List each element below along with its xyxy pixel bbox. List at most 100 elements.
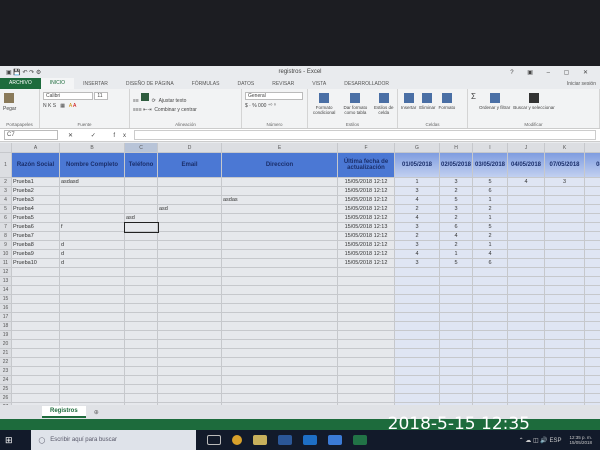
- cell-A6[interactable]: Prueba5: [12, 214, 60, 223]
- tab-archivo[interactable]: ARCHIVO: [0, 78, 41, 89]
- cell-D17[interactable]: [158, 313, 222, 322]
- cell-D15[interactable]: [158, 295, 222, 304]
- cell-L22[interactable]: [585, 358, 600, 367]
- cell-G11[interactable]: 3: [395, 259, 440, 268]
- cell-E26[interactable]: [222, 394, 338, 403]
- column-header-L[interactable]: L: [585, 143, 600, 153]
- cell-H15[interactable]: [440, 295, 473, 304]
- cell-I19[interactable]: [473, 331, 508, 340]
- cell-C19[interactable]: [125, 331, 158, 340]
- cell-J3[interactable]: [508, 187, 545, 196]
- cell-K15[interactable]: [545, 295, 585, 304]
- cell-B3[interactable]: [60, 187, 125, 196]
- cell-H14[interactable]: [440, 286, 473, 295]
- cell-G8[interactable]: 2: [395, 232, 440, 241]
- cell-B16[interactable]: [60, 304, 125, 313]
- cell-B17[interactable]: [60, 313, 125, 322]
- column-header-K[interactable]: K: [545, 143, 585, 153]
- cell-C3[interactable]: [125, 187, 158, 196]
- cell-H5[interactable]: 3: [440, 205, 473, 214]
- cell-A25[interactable]: [12, 385, 60, 394]
- cell-L18[interactable]: [585, 322, 600, 331]
- cell-H24[interactable]: [440, 376, 473, 385]
- column-header-I[interactable]: I: [473, 143, 508, 153]
- sign-in-link[interactable]: Iniciar sesión: [558, 81, 600, 87]
- cell-C8[interactable]: [125, 232, 158, 241]
- wrap-text-button[interactable]: ≡≡ ⟳ Ajustar texto: [133, 92, 238, 104]
- cell-F16[interactable]: [338, 304, 395, 313]
- cell-A4[interactable]: Prueba3: [12, 196, 60, 205]
- cell-E2[interactable]: [222, 178, 338, 187]
- tab-diseno[interactable]: DISEÑO DE PÁGINA: [117, 81, 183, 87]
- cell-C13[interactable]: [125, 277, 158, 286]
- cell-J22[interactable]: [508, 358, 545, 367]
- cell-F5[interactable]: 15/05/2018 12:12: [338, 205, 395, 214]
- column-header-F[interactable]: F: [338, 143, 395, 153]
- cell-H16[interactable]: [440, 304, 473, 313]
- cell-A24[interactable]: [12, 376, 60, 385]
- cell-K14[interactable]: [545, 286, 585, 295]
- cell-K10[interactable]: [545, 250, 585, 259]
- cell-D6[interactable]: [158, 214, 222, 223]
- cell-J16[interactable]: [508, 304, 545, 313]
- cell-K3[interactable]: [545, 187, 585, 196]
- cell-H3[interactable]: 2: [440, 187, 473, 196]
- word-icon[interactable]: [277, 435, 292, 445]
- cell-K16[interactable]: [545, 304, 585, 313]
- cell-L12[interactable]: [585, 268, 600, 277]
- cell-A11[interactable]: Prueba10: [12, 259, 60, 268]
- cell-H10[interactable]: 1: [440, 250, 473, 259]
- cell-A7[interactable]: Prueba6: [12, 223, 60, 232]
- cell-G24[interactable]: [395, 376, 440, 385]
- cell-L11[interactable]: [585, 259, 600, 268]
- cell-H22[interactable]: [440, 358, 473, 367]
- autosum-button[interactable]: Σ: [471, 92, 476, 125]
- font-size-select[interactable]: 11: [94, 92, 109, 100]
- cell-G3[interactable]: 3: [395, 187, 440, 196]
- cell-B4[interactable]: [60, 196, 125, 205]
- select-all-button[interactable]: [0, 143, 12, 153]
- format-table-button[interactable]: Dar formato como tabla: [340, 92, 370, 125]
- cell-C25[interactable]: [125, 385, 158, 394]
- cell-G15[interactable]: [395, 295, 440, 304]
- row-header-24[interactable]: 24: [0, 376, 12, 385]
- cell-F17[interactable]: [338, 313, 395, 322]
- cell-G26[interactable]: [395, 394, 440, 403]
- row-header-5[interactable]: 5: [0, 205, 12, 214]
- taskbar-search[interactable]: ◯ Escribir aquí para buscar: [30, 430, 196, 450]
- cell-J25[interactable]: [508, 385, 545, 394]
- cell-B20[interactable]: [60, 340, 125, 349]
- column-header-C[interactable]: C: [125, 143, 158, 153]
- cell-L13[interactable]: [585, 277, 600, 286]
- cell-G2[interactable]: 1: [395, 178, 440, 187]
- cell-K21[interactable]: [545, 349, 585, 358]
- cell-H11[interactable]: 5: [440, 259, 473, 268]
- cell-C7[interactable]: [124, 222, 159, 233]
- header-cell[interactable]: 07/05/2018: [545, 153, 585, 178]
- cell-D16[interactable]: [158, 304, 222, 313]
- cell-G16[interactable]: [395, 304, 440, 313]
- cell-F25[interactable]: [338, 385, 395, 394]
- cell-F12[interactable]: [338, 268, 395, 277]
- cell-C4[interactable]: [125, 196, 158, 205]
- cell-G23[interactable]: [395, 367, 440, 376]
- tab-datos[interactable]: DATOS: [228, 81, 263, 87]
- cell-C17[interactable]: [125, 313, 158, 322]
- cell-H6[interactable]: 2: [440, 214, 473, 223]
- cell-H12[interactable]: [440, 268, 473, 277]
- column-header-G[interactable]: G: [395, 143, 440, 153]
- outlook-icon[interactable]: [302, 435, 317, 445]
- row-header-7[interactable]: 7: [0, 223, 12, 232]
- cell-J4[interactable]: [508, 196, 545, 205]
- cell-E6[interactable]: [222, 214, 338, 223]
- cell-L16[interactable]: [585, 304, 600, 313]
- cell-I11[interactable]: 6: [473, 259, 508, 268]
- header-cell[interactable]: Teléfono: [125, 153, 158, 178]
- tab-insertar[interactable]: INSERTAR: [74, 81, 117, 87]
- cell-F10[interactable]: 15/05/2018 12:12: [338, 250, 395, 259]
- cell-A3[interactable]: Prueba2: [12, 187, 60, 196]
- cell-H17[interactable]: [440, 313, 473, 322]
- cell-I7[interactable]: 5: [473, 223, 508, 232]
- cell-K24[interactable]: [545, 376, 585, 385]
- cell-B24[interactable]: [60, 376, 125, 385]
